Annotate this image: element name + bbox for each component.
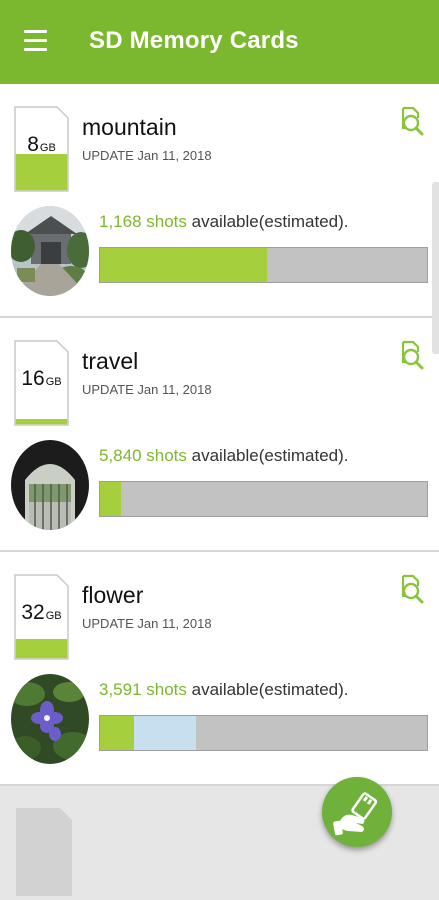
card-thumbnail [11, 206, 89, 296]
shots-suffix: available(estimated). [191, 212, 349, 231]
app-screen: SD Memory Cards 8GB mountain UPDATE Jan … [0, 0, 439, 900]
capacity-bar [99, 715, 428, 751]
search-document-icon[interactable] [394, 338, 426, 370]
capacity-pending-segment [134, 716, 197, 750]
empty-sd-card-icon [16, 808, 72, 896]
divider [0, 550, 439, 552]
app-title: SD Memory Cards [89, 27, 299, 54]
card-update-date: UPDATE Jan 11, 2018 [82, 148, 212, 163]
add-card-fab[interactable] [322, 777, 392, 847]
card-name: flower [82, 582, 144, 608]
shots-available-text: 5,840 shots available(estimated). [99, 446, 349, 466]
shots-count: 3,591 shots [99, 680, 187, 699]
card-name: mountain [82, 114, 177, 140]
capacity-bar [99, 247, 428, 283]
search-document-icon[interactable] [394, 104, 426, 136]
shots-suffix: available(estimated). [191, 446, 349, 465]
card-capacity-unit: GB [45, 610, 62, 622]
card-capacity-unit: GB [39, 142, 56, 154]
card-capacity: 8 [27, 133, 39, 156]
app-bar: SD Memory Cards [0, 0, 439, 84]
capacity-bar [99, 481, 428, 517]
shots-available-text: 1,168 shots available(estimated). [99, 212, 349, 232]
capacity-used-segment [100, 248, 267, 282]
capacity-used-segment [100, 716, 135, 750]
card-capacity-unit: GB [45, 376, 62, 388]
scrollbar[interactable] [432, 182, 439, 354]
shots-count: 1,168 shots [99, 212, 187, 231]
card-thumbnail [11, 674, 89, 764]
card-capacity: 16 [21, 367, 45, 390]
hand-holding-card-icon [333, 792, 378, 836]
card-update-date: UPDATE Jan 11, 2018 [82, 382, 212, 397]
sd-card-icon: 32GB [13, 573, 70, 661]
card-item[interactable]: 32GB flower UPDATE Jan 11, 2018 3,591 sh… [0, 560, 439, 786]
card-capacity: 32 [21, 601, 45, 624]
card-item[interactable]: 8GB mountain UPDATE Jan 11, 2018 1,168 s… [0, 92, 439, 318]
sd-card-icon: 8GB [13, 105, 70, 193]
menu-icon[interactable] [24, 30, 48, 52]
card-item[interactable]: 16GB travel UPDATE Jan 11, 2018 5,840 sh… [0, 326, 439, 552]
shots-available-text: 3,591 shots available(estimated). [99, 680, 349, 700]
search-document-icon[interactable] [394, 572, 426, 604]
capacity-used-segment [100, 482, 122, 516]
card-thumbnail [11, 440, 89, 530]
shots-suffix: available(estimated). [191, 680, 349, 699]
divider [0, 316, 439, 318]
card-name: travel [82, 348, 139, 374]
sd-card-icon: 16GB [13, 339, 70, 427]
card-update-date: UPDATE Jan 11, 2018 [82, 616, 212, 631]
shots-count: 5,840 shots [99, 446, 187, 465]
